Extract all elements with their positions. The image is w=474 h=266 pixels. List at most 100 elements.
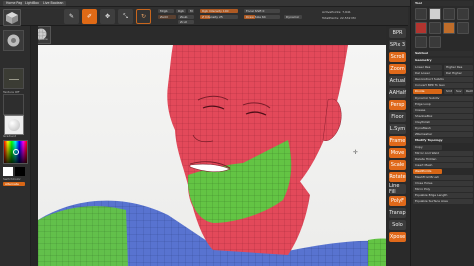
- solo-button[interactable]: Solo: [389, 220, 406, 230]
- insert-mesh-button[interactable]: Insert Mesh: [413, 163, 473, 168]
- secondary-color-swatch[interactable]: [15, 167, 25, 176]
- micro-poly-button[interactable]: Micro Poly: [413, 187, 473, 192]
- frame-button[interactable]: Frame: [389, 136, 406, 146]
- suv-toggle[interactable]: Suv: [454, 89, 463, 94]
- convert-bpr-button[interactable]: Convert BPR To Geo: [413, 83, 473, 88]
- active-points-readout: ActivePoints: 7,641: [322, 10, 351, 14]
- del-higher-button[interactable]: Del Higher: [444, 71, 473, 76]
- scale-button[interactable]: ⤡: [118, 9, 133, 24]
- mirror-and-weld-button[interactable]: Mirror And Weld: [413, 151, 473, 156]
- gradient-label: Gradient: [3, 134, 17, 138]
- xpose-button[interactable]: Xpose: [389, 232, 406, 242]
- subtool-header[interactable]: Subtool: [413, 51, 473, 56]
- aahalf-button[interactable]: AAHalf: [389, 88, 406, 98]
- spix-button[interactable]: SPix 3: [389, 40, 406, 50]
- brush-thumb[interactable]: [3, 30, 24, 51]
- draw-icon: ✐: [86, 13, 93, 20]
- delete-hidden-button[interactable]: Delete Hidden: [413, 157, 473, 162]
- stroke-thumb[interactable]: [3, 68, 24, 89]
- texture-thumb[interactable]: [3, 94, 24, 115]
- mrgb-toggle[interactable]: Mrgb: [158, 9, 174, 13]
- rotate-icon: ↻: [140, 13, 147, 20]
- floor-button[interactable]: Floor: [389, 112, 406, 122]
- total-points-readout: TotalPoints: 22,532 Mil: [322, 16, 356, 20]
- tool-thumb-2[interactable]: [429, 8, 441, 20]
- lower-res-button[interactable]: Lower Res: [413, 65, 442, 70]
- standard-brush-icon: [7, 34, 20, 47]
- divide-button[interactable]: Divide: [413, 89, 442, 94]
- persp-button[interactable]: Persp: [389, 100, 406, 110]
- z-intensity-slider[interactable]: Z Intensity 25: [200, 15, 238, 19]
- shadowbox-header[interactable]: ShadowBox: [413, 114, 473, 119]
- close-holes-button[interactable]: Close Holes: [413, 181, 473, 186]
- dynamic-subdiv-header[interactable]: Dynamic Subdiv: [413, 96, 473, 101]
- draw-button[interactable]: ✐: [82, 9, 97, 24]
- color-picker[interactable]: [3, 140, 28, 164]
- color-picker-handle[interactable]: [13, 149, 19, 155]
- geometry-header[interactable]: Geometry: [413, 58, 473, 63]
- higher-res-button[interactable]: Higher Res: [444, 65, 473, 70]
- claypolish-header[interactable]: ClayPolish: [413, 120, 473, 125]
- tool-thumb-10[interactable]: [429, 36, 441, 48]
- del-lower-button[interactable]: Del Lower: [413, 71, 442, 76]
- zadd-toggle[interactable]: Zadd: [158, 15, 176, 19]
- equalize-edge-button[interactable]: Equalize Edge Length: [413, 193, 473, 198]
- left-shelf: [31, 26, 38, 266]
- move-view-button[interactable]: Move: [389, 148, 406, 158]
- smt-toggle[interactable]: Smt: [444, 89, 453, 94]
- zcut-toggle[interactable]: Zcut: [178, 20, 194, 24]
- scroll-button[interactable]: Scroll: [389, 52, 406, 62]
- tool-palette-title[interactable]: Tool: [413, 1, 473, 6]
- rgb-intensity-slider[interactable]: Rgb Intensity 100: [200, 9, 238, 13]
- m-toggle[interactable]: M: [188, 9, 194, 13]
- tool-thumb-9[interactable]: [415, 36, 427, 48]
- tool-thumb-7[interactable]: [443, 22, 455, 34]
- rotate-button[interactable]: ↻: [136, 9, 151, 24]
- move-icon: ✥: [104, 13, 111, 20]
- edit-button[interactable]: ✎: [64, 9, 79, 24]
- scale-view-button[interactable]: Scale: [389, 160, 406, 170]
- matcap-sphere-icon: [8, 119, 20, 131]
- move-button[interactable]: ✥: [100, 9, 115, 24]
- canvas-viewport[interactable]: ✛: [38, 45, 410, 266]
- zsub-toggle[interactable]: Zsub: [178, 15, 194, 19]
- reuv-toggle[interactable]: ReUV: [464, 89, 473, 94]
- crease-header[interactable]: Crease: [413, 108, 473, 113]
- rgb-toggle[interactable]: Rgb: [176, 9, 186, 13]
- draw-size-slider[interactable]: Draw Size 64: [244, 15, 280, 19]
- tool-thumb-4[interactable]: [457, 8, 469, 20]
- mesh-from-brush-button[interactable]: MeshFromBrush: [413, 175, 473, 180]
- dynamesh-header[interactable]: DynaMesh: [413, 126, 473, 131]
- polyframe-button[interactable]: PolyF: [389, 196, 406, 206]
- main-color-swatch[interactable]: [3, 167, 13, 176]
- bpr-button[interactable]: BPR: [389, 28, 406, 38]
- equalize-surface-button[interactable]: Equalize Surface Area: [413, 199, 473, 204]
- tool-thumb-3[interactable]: [443, 8, 455, 20]
- weldpoints-button[interactable]: WeldPoints: [413, 169, 442, 174]
- tool-thumb-5[interactable]: [415, 22, 427, 34]
- actual-button[interactable]: Actual: [389, 76, 406, 86]
- tool-thumb-1[interactable]: [415, 8, 427, 20]
- rotate-view-button[interactable]: Rotate: [389, 172, 406, 182]
- linefill-button[interactable]: Line Fill: [389, 183, 406, 195]
- current-tool-thumb[interactable]: [3, 9, 21, 26]
- modify-topology-header[interactable]: Modify Topology: [413, 138, 473, 143]
- tool-thumb-8[interactable]: [457, 22, 469, 34]
- dynamic-toggle[interactable]: Dynamic: [284, 15, 302, 19]
- transp-button[interactable]: Transp: [389, 208, 406, 218]
- copy-button[interactable]: Copy: [413, 145, 442, 150]
- tab-live-boolean[interactable]: Live Boolean: [40, 1, 67, 6]
- tool-thumb-6[interactable]: [429, 22, 441, 34]
- tab-lightbox[interactable]: LightBox: [22, 1, 42, 6]
- switch-color-label[interactable]: SwitchColor: [3, 177, 21, 181]
- focal-shift-slider[interactable]: Focal Shift 0: [244, 9, 280, 13]
- zremesher-header[interactable]: ZRemesher: [413, 132, 473, 137]
- reconstruct-subdiv-button[interactable]: Reconstruct Subdiv: [413, 77, 473, 82]
- alternate-button[interactable]: Alternate: [3, 182, 25, 186]
- stroke-icon: [9, 79, 19, 80]
- top-menu-strip: Home Page LightBox Live Boolean: [0, 0, 474, 7]
- edge-loop-header[interactable]: Edge Loop: [413, 102, 473, 107]
- lsym-button[interactable]: L.Sym: [389, 124, 406, 134]
- material-thumb[interactable]: [4, 115, 24, 135]
- zoom-button[interactable]: Zoom: [389, 64, 406, 74]
